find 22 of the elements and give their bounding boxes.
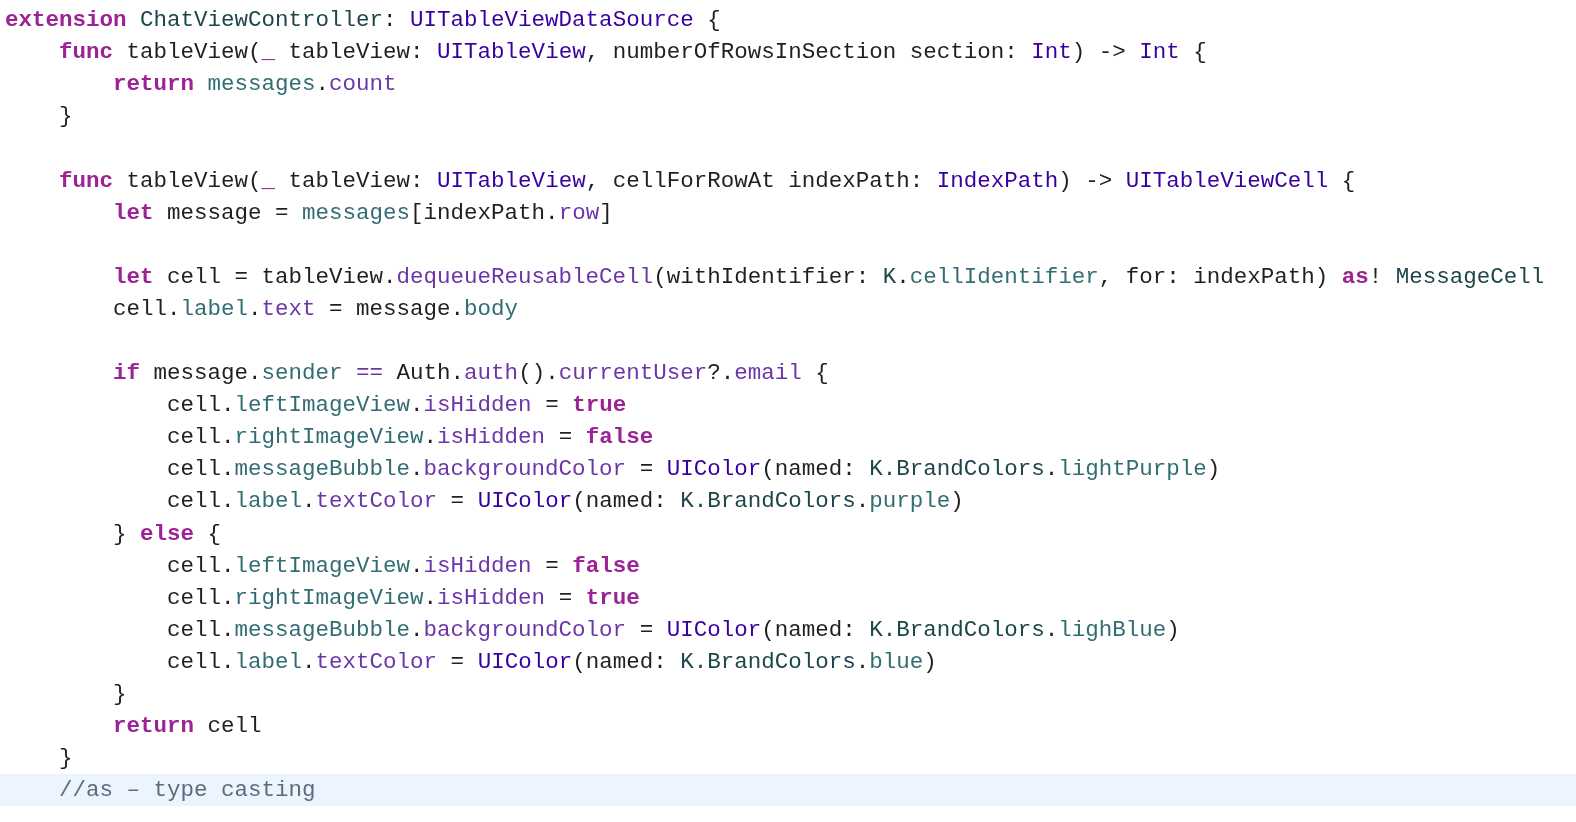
code-line: //as – type casting bbox=[58, 776, 316, 806]
code-line: cell.label.textColor = UIColor(named: K.BrandColors.purple) bbox=[166, 487, 964, 517]
code-line: cell.label.textColor = UIColor(named: K.BrandColors.blue) bbox=[166, 647, 937, 677]
code-line: } bbox=[58, 102, 73, 132]
code-line: cell.messageBubble.backgroundColor = UIColor(named: K.BrandColors.lightPurple) bbox=[166, 455, 1221, 485]
code-line: cell.leftImageView.isHidden = true bbox=[166, 391, 627, 421]
code-line: func tableView(_ tableView: UITableView, numberOfRowsInSection section: Int) -> Int { bbox=[58, 38, 1207, 68]
code-line: } bbox=[112, 680, 127, 709]
code-line: return messages.count bbox=[112, 70, 397, 100]
code-line: let message = messages[indexPath.row] bbox=[112, 198, 613, 228]
code-line: cell.rightImageView.isHidden = true bbox=[166, 583, 640, 613]
code-line: } bbox=[58, 744, 73, 774]
code-line: let cell = tableView.dequeueReusableCell(withIdentifier: K.cellIdentifier, for: indexPath) as! MessageCell bbox=[112, 262, 1545, 292]
code-line: extension ChatViewController: UITableViewDataSource { bbox=[5, 6, 721, 36]
code-line: cell.label.text = message.body bbox=[112, 294, 519, 324]
code-line: func tableView(_ tableView: UITableView, cellForRowAt indexPath: IndexPath) -> UITableViewCell { bbox=[58, 166, 1356, 196]
code-line: return cell bbox=[112, 712, 262, 742]
code-line: cell.messageBubble.backgroundColor = UIColor(named: K.BrandColors.lighBlue) bbox=[166, 615, 1180, 645]
code-line: cell.leftImageView.isHidden = false bbox=[166, 551, 640, 581]
code-line: cell.rightImageView.isHidden = false bbox=[166, 423, 654, 453]
code-line: } else { bbox=[112, 519, 222, 549]
code-line: if message.sender == Auth.auth().currentUser?.email { bbox=[112, 359, 829, 389]
